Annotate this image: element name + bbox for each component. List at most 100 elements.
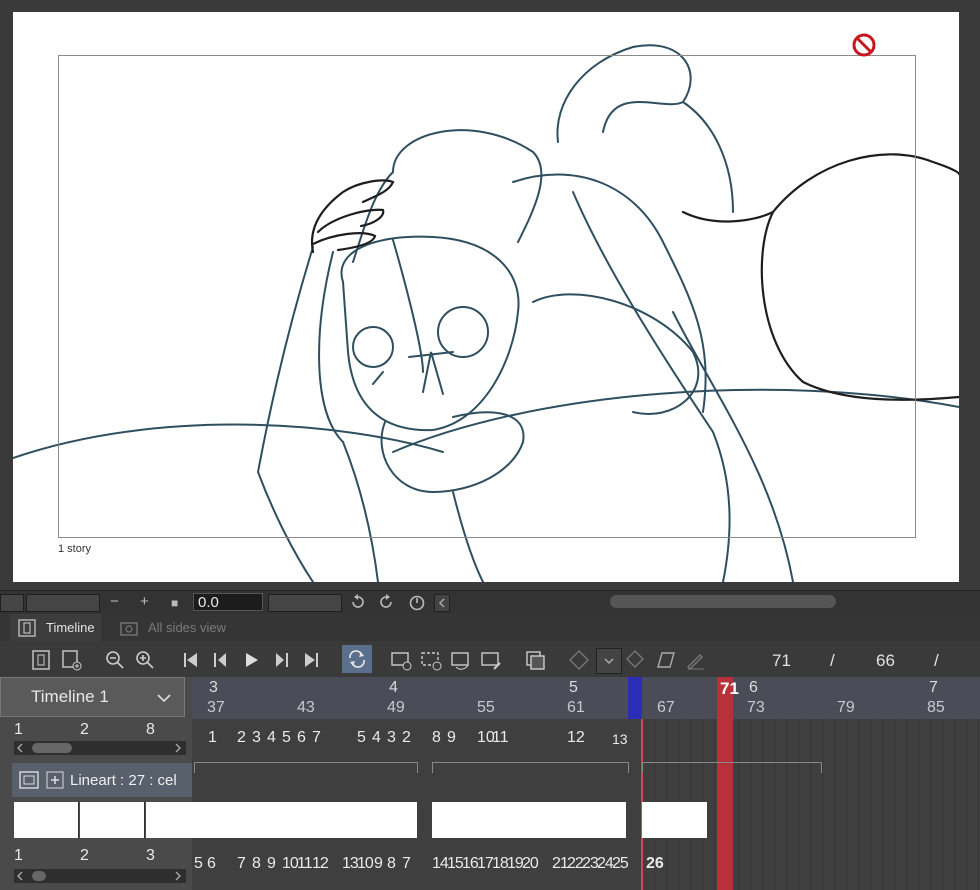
- cel-label[interactable]: 10: [357, 855, 374, 873]
- cel-label[interactable]: 11: [492, 729, 509, 747]
- row-scrollbar[interactable]: [14, 741, 186, 755]
- navigator-slider[interactable]: [0, 594, 24, 612]
- chevron-down-icon: [157, 694, 171, 703]
- next-frame-icon[interactable]: [270, 649, 292, 671]
- cel-thumbnail[interactable]: [80, 802, 145, 838]
- cel-label[interactable]: 25: [612, 855, 629, 873]
- last-frame-icon[interactable]: [300, 649, 322, 671]
- cel-label[interactable]: 9: [447, 729, 456, 747]
- cel-label[interactable]: 2: [402, 729, 411, 747]
- rename-cel-icon[interactable]: [480, 649, 502, 671]
- onion-skin-icon[interactable]: [524, 649, 546, 671]
- cel-label[interactable]: 22: [567, 855, 584, 873]
- cel-label[interactable]: 13: [612, 731, 628, 747]
- layer-header[interactable]: Lineart : 27 : cel: [12, 763, 192, 797]
- cel-label[interactable]: 15: [447, 855, 464, 873]
- light-table-icon[interactable]: [654, 649, 676, 671]
- canvas-area[interactable]: 1 story: [0, 0, 980, 590]
- cel-label[interactable]: 5: [194, 855, 203, 873]
- cel-label[interactable]: 18: [492, 855, 509, 873]
- new-animation-cel-icon[interactable]: [390, 649, 412, 671]
- specify-cel-icon[interactable]: [420, 649, 442, 671]
- cel-label[interactable]: 3: [252, 729, 261, 747]
- zoom-in-timeline-icon[interactable]: [134, 649, 156, 671]
- tab-timeline[interactable]: Timeline: [10, 614, 101, 641]
- cel-label[interactable]: 19: [507, 855, 524, 873]
- cel-label[interactable]: 9: [374, 855, 383, 873]
- add-icon[interactable]: [46, 771, 64, 789]
- cel-label[interactable]: 14: [432, 855, 449, 873]
- chevron-left-icon: [17, 743, 23, 753]
- current-frame-marker[interactable]: [717, 677, 733, 890]
- rotation-input[interactable]: [193, 593, 263, 611]
- fit-button[interactable]: ■: [171, 596, 178, 610]
- cel-label[interactable]: 7: [312, 729, 321, 747]
- cel-thumbnail-strip[interactable]: [432, 802, 626, 838]
- cel-thumbnail-strip[interactable]: [192, 802, 417, 838]
- reset-rotation-icon[interactable]: [408, 594, 426, 616]
- cel-number: 2: [80, 721, 89, 738]
- timeline-tracks[interactable]: 3 4 5 6 7 37 43 49 55 61 67 73 79 85 71 …: [192, 677, 980, 890]
- cel-label[interactable]: 17: [477, 855, 494, 873]
- zoom-out-button[interactable]: −: [110, 593, 119, 610]
- cel-label[interactable]: 20: [522, 855, 539, 873]
- keyframe-icon: [568, 649, 590, 671]
- cel-label[interactable]: 4: [267, 729, 276, 747]
- play-icon[interactable]: [240, 649, 262, 671]
- cel-label[interactable]: 7: [237, 855, 246, 873]
- cel-label[interactable]: 16: [462, 855, 479, 873]
- cel-label[interactable]: 12: [567, 729, 585, 747]
- cel-label[interactable]: 21: [552, 855, 569, 873]
- cel-label[interactable]: 23: [582, 855, 599, 873]
- cel-range-bracket: [194, 762, 418, 773]
- horizontal-scrollbar[interactable]: [610, 595, 836, 608]
- drawing-paper[interactable]: 1 story: [13, 12, 959, 582]
- loop-playback-icon[interactable]: [342, 645, 372, 673]
- cel-label[interactable]: 8: [387, 855, 396, 873]
- first-frame-icon[interactable]: [180, 649, 202, 671]
- cel-label[interactable]: 11: [297, 855, 313, 873]
- keyframe-dropdown-icon[interactable]: [596, 648, 622, 674]
- previous-frame-icon[interactable]: [210, 649, 232, 671]
- cel-thumbnail[interactable]: [146, 802, 193, 838]
- playback-start-marker[interactable]: [628, 677, 642, 719]
- add-cel-icon[interactable]: [60, 649, 82, 671]
- cel-label[interactable]: 4: [372, 729, 381, 747]
- ruler-second: 7: [929, 679, 938, 696]
- cel-thumbnail[interactable]: [14, 802, 79, 838]
- frame-ruler[interactable]: 3 4 5 6 7 37 43 49 55 61 67 73 79 85: [192, 677, 980, 719]
- rotation-slider[interactable]: [268, 594, 342, 612]
- scroll-thumb[interactable]: [32, 743, 72, 753]
- cel-label[interactable]: 9: [267, 855, 276, 873]
- cel-label[interactable]: 10: [282, 855, 299, 873]
- cel-thumbnail-strip[interactable]: [642, 802, 707, 838]
- cel-label[interactable]: 5: [282, 729, 291, 747]
- cel-label[interactable]: 8: [252, 855, 261, 873]
- timeline-select[interactable]: Timeline 1: [0, 677, 185, 717]
- cel-label[interactable]: 24: [597, 855, 614, 873]
- replace-cel-icon[interactable]: [450, 649, 472, 671]
- zoom-out-timeline-icon[interactable]: [104, 649, 126, 671]
- cel-label[interactable]: 7: [402, 855, 411, 873]
- cel-label[interactable]: 5: [357, 729, 366, 747]
- cel-label[interactable]: 1: [208, 729, 217, 747]
- zoom-in-button[interactable]: +: [140, 593, 149, 610]
- cel-label[interactable]: 8: [432, 729, 441, 747]
- row-scrollbar[interactable]: [14, 869, 186, 883]
- cel-label[interactable]: 3: [387, 729, 396, 747]
- ruler-frame: 43: [297, 699, 315, 716]
- collapse-left-icon[interactable]: [434, 594, 450, 612]
- cel-label[interactable]: 26: [646, 855, 664, 873]
- rotate-right-icon[interactable]: [378, 594, 394, 614]
- new-timeline-icon[interactable]: [30, 649, 52, 671]
- zoom-slider[interactable]: [26, 594, 100, 612]
- cel-label[interactable]: 12: [312, 855, 329, 873]
- cel-label[interactable]: 6: [207, 855, 216, 873]
- rotate-left-icon[interactable]: [350, 594, 366, 614]
- cel-label[interactable]: 13: [342, 855, 359, 873]
- cel-label[interactable]: 6: [297, 729, 306, 747]
- scroll-thumb[interactable]: [32, 871, 46, 881]
- tab-all-sides-view[interactable]: All sides view: [112, 614, 232, 641]
- cel-label[interactable]: 2: [237, 729, 246, 747]
- ruler-frame: 49: [387, 699, 405, 716]
